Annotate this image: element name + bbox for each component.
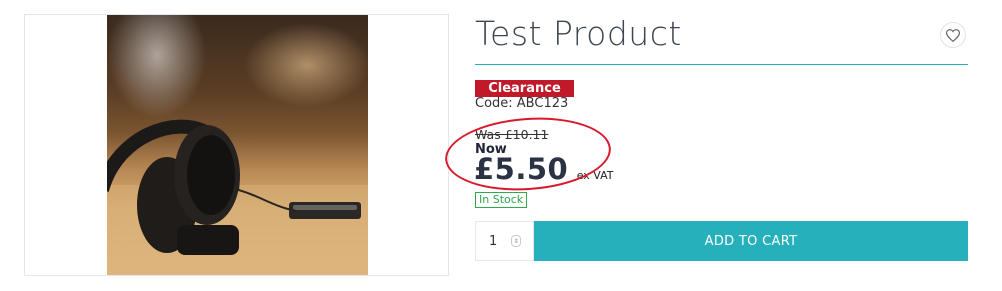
quantity-stepper[interactable]: 1 ⇕	[475, 221, 534, 261]
add-to-cart-button[interactable]: ADD TO CART	[534, 221, 968, 261]
stock-status-badge: In Stock	[475, 192, 528, 208]
spinner-icon[interactable]: ⇕	[511, 235, 522, 247]
heart-icon[interactable]	[940, 22, 966, 48]
product-code: Code: ABC123	[475, 96, 569, 111]
title-divider	[475, 64, 968, 65]
quantity-value[interactable]: 1	[489, 234, 497, 249]
product-image-card	[24, 14, 449, 276]
product-image[interactable]	[107, 15, 368, 275]
clearance-badge: Clearance	[475, 80, 574, 97]
product-title: Test Product	[475, 14, 682, 53]
